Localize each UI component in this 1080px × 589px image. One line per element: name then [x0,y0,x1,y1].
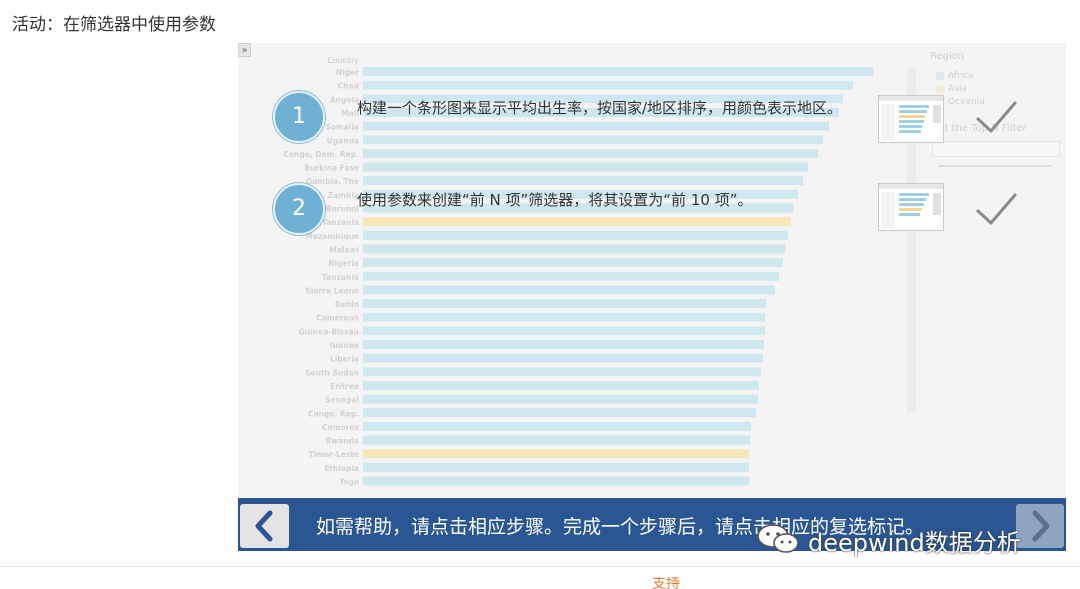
category-label: Togo [339,478,359,487]
bar [363,80,853,90]
collapse-toggle-button[interactable]: » [238,43,251,57]
bar [363,353,763,363]
legend-item-africa: Africa [936,71,974,81]
category-label: Niger [336,68,359,77]
category-label: Guinea [329,341,359,350]
category-label: Liberia [330,355,359,364]
watermark-text: deepwind数据分析 [808,529,1021,557]
bar [363,258,783,268]
step-number-circle[interactable]: 2 [273,183,325,235]
category-label: Guinea-Bissau [299,327,359,336]
step-text[interactable]: 使用参数来创建“前 N 项”筛选器，将其设置为“前 10 项”。 [357,188,877,212]
filter-slider[interactable] [938,165,1052,167]
page-title: 活动：在筛选器中使用参数 [12,15,216,35]
bar [363,162,808,172]
category-label: Cameroon [316,314,359,323]
bar [363,271,779,281]
category-label: Comoros [322,423,359,432]
thumbnail-image [879,184,943,228]
step-2-checkmark[interactable] [973,185,1021,233]
step-thumbnail[interactable] [878,183,944,231]
checkmark-icon [976,101,1017,133]
previous-button[interactable] [240,504,289,548]
legend-title: Region [930,51,965,62]
bar [363,367,761,377]
bar [363,394,758,404]
step-1-checkmark[interactable] [973,93,1021,141]
bar [363,380,759,390]
category-label: Rwanda [325,437,359,446]
checkmark-icon [976,193,1017,225]
wechat-icon [757,524,799,553]
bar [363,421,751,431]
chevron-left-icon [255,510,273,542]
bar [363,435,750,445]
category-label: Timor-Leste [309,450,359,459]
category-label: Benin [335,300,359,309]
step-1[interactable]: 1 构建一个条形图来显示平均出生率，按国家/地区排序，用颜色表示地区。 [273,91,1066,161]
footer-divider [0,566,1080,567]
y-axis-label: Country [327,56,359,65]
support-link[interactable]: 支持 [652,577,680,589]
category-label: Tanzania [322,273,359,282]
chevron-right-icon [1032,510,1050,542]
category-label: Eritrea [330,382,359,391]
activity-stage: Country Niger Chad Angola Mali Somalia Uganda C… [238,43,1066,551]
category-label: Congo, Rep. [308,409,359,418]
category-label: Senegal [325,396,359,405]
step-thumbnail[interactable] [878,95,944,143]
step-2[interactable]: 2 使用参数来创建“前 N 项”筛选器，将其设置为“前 10 项”。 [273,183,1066,253]
category-label: Burkina Faso [304,164,359,173]
bar [363,285,775,295]
step-number-circle[interactable]: 1 [273,91,325,143]
next-button[interactable] [1016,504,1064,548]
bar [363,449,749,459]
category-label: Ethiopia [324,464,359,473]
bar [363,408,756,418]
category-label: Chad [338,82,359,91]
bar [363,299,766,309]
bar [363,312,765,322]
step-text[interactable]: 构建一个条形图来显示平均出生率，按国家/地区排序，用颜色表示地区。 [357,96,857,120]
bar [363,476,749,486]
bar [363,326,765,336]
category-label: Nigeria [328,259,359,268]
category-label: Sierra Leone [305,286,359,295]
category-label: South Sudan [305,368,359,377]
bar [363,462,749,472]
bar [363,67,873,76]
thumbnail-image [879,96,943,140]
bar [363,340,764,349]
